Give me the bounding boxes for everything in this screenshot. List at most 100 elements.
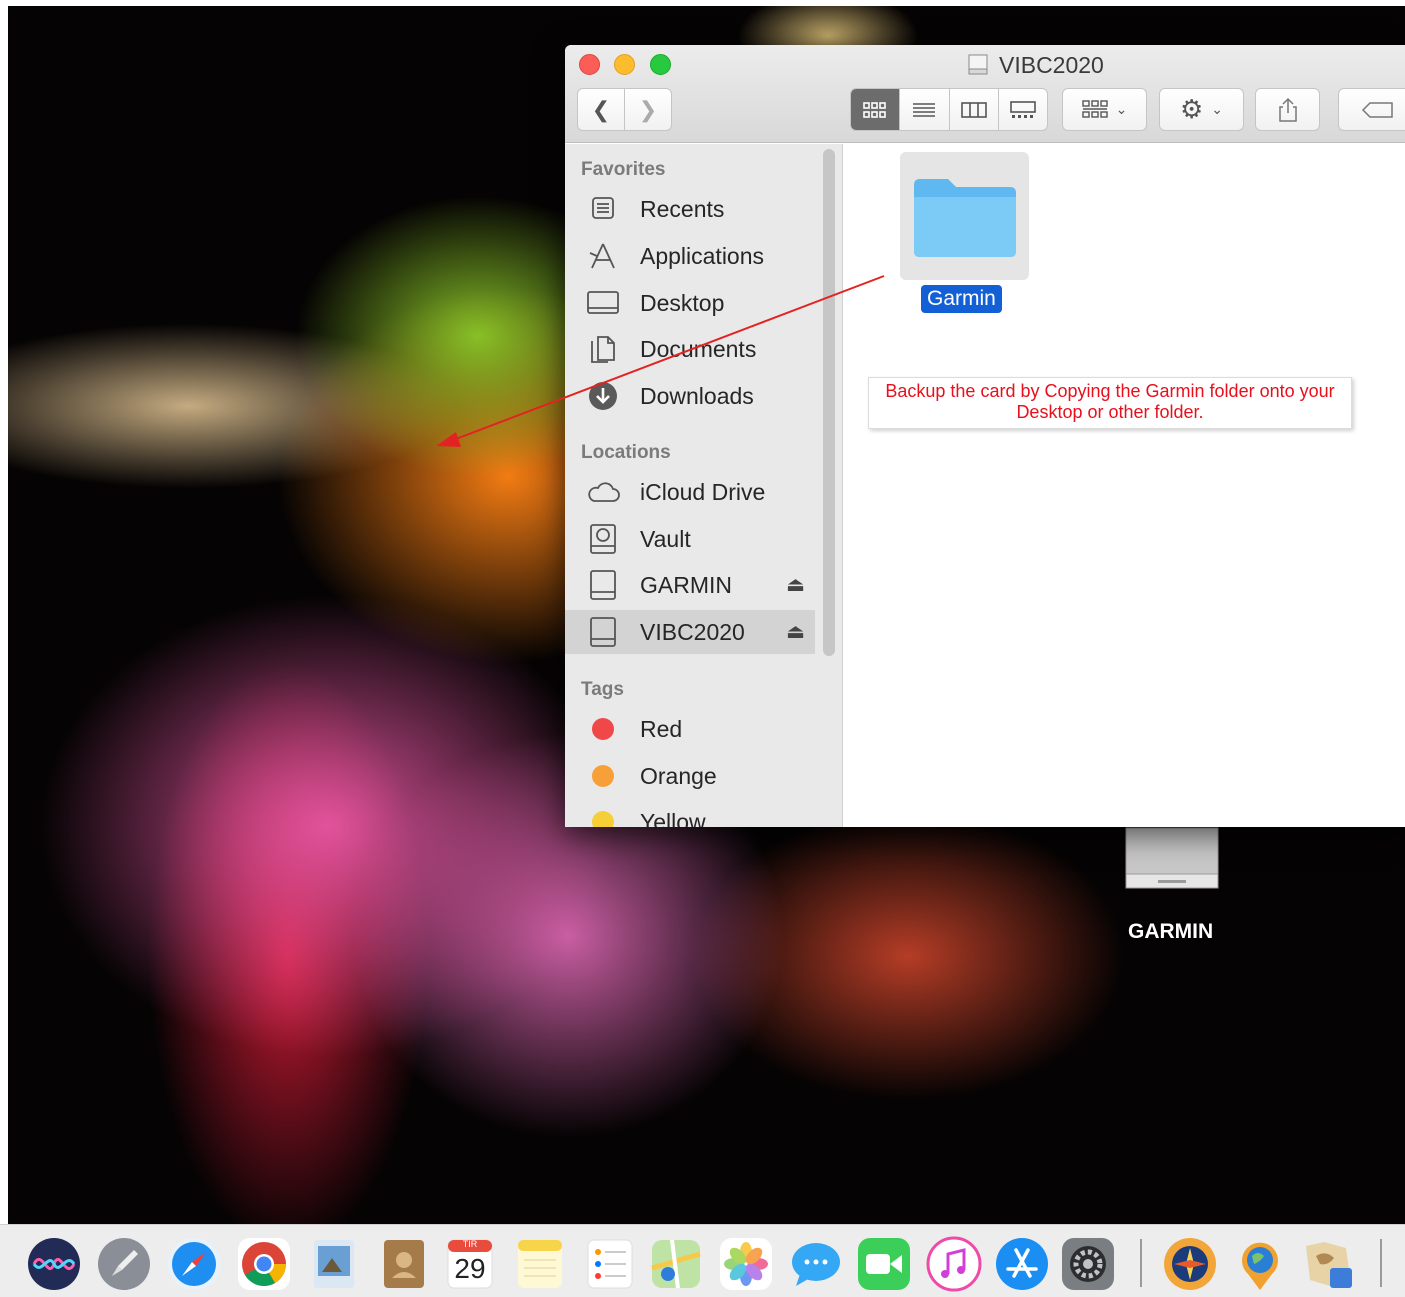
map-manager-icon [1306, 1242, 1352, 1288]
messages-icon [792, 1243, 840, 1286]
dock-preview[interactable] [306, 1236, 362, 1292]
chevron-left-icon: ❮ [591, 96, 611, 122]
dock-separator [1380, 1239, 1382, 1287]
sidebar-item-icloud-drive[interactable]: iCloud Drive [565, 470, 815, 514]
garmin-folder[interactable] [900, 152, 1029, 280]
sidebar-item-tag-yellow[interactable]: Yellow [565, 800, 815, 827]
dock-contacts[interactable] [376, 1236, 432, 1292]
dock-chrome[interactable] [236, 1236, 292, 1292]
gallery-icon [1010, 100, 1036, 118]
sidebar-item-label: Documents [640, 335, 757, 362]
basecamp-icon [1164, 1238, 1216, 1290]
dock-facetime[interactable] [856, 1236, 912, 1292]
sidebar-item-vault[interactable]: Vault [565, 517, 815, 561]
dock-safari[interactable] [166, 1236, 222, 1292]
gear-icon [1062, 1238, 1114, 1290]
gallery-view-button[interactable] [997, 89, 1047, 130]
app-store-icon [996, 1238, 1048, 1290]
favorites-header: Favorites [581, 159, 666, 180]
maps-icon [651, 1239, 701, 1289]
sidebar-item-desktop[interactable]: Desktop [565, 281, 815, 325]
applications-icon [565, 241, 640, 271]
sidebar-item-label: iCloud Drive [640, 478, 766, 505]
rocket-icon [98, 1238, 150, 1290]
dock-map-manager[interactable] [1300, 1236, 1356, 1292]
sidebar-scrollbar[interactable] [823, 149, 835, 656]
downloads-icon [565, 380, 640, 412]
external-drive-icon[interactable] [1118, 822, 1226, 902]
sidebar-item-label: Red [640, 715, 683, 742]
sidebar-item-label: Downloads [640, 382, 754, 409]
dock-photos[interactable] [718, 1236, 774, 1292]
sidebar-item-tag-red[interactable]: Red [565, 707, 815, 751]
action-menu-button[interactable]: ⚙ ⌄ [1159, 88, 1244, 131]
globe-pin-icon [1242, 1242, 1278, 1290]
dock-separator [1140, 1239, 1142, 1287]
sidebar-item-label: Desktop [640, 289, 725, 316]
photos-icon [720, 1238, 772, 1290]
zoom-button[interactable] [650, 54, 671, 75]
dock-reminders[interactable] [582, 1236, 638, 1292]
dock-garmin-express[interactable] [1232, 1236, 1288, 1292]
folder-icon [913, 179, 1016, 257]
sidebar-item-downloads[interactable]: Downloads [565, 374, 815, 418]
chevron-down-icon: ⌄ [1115, 101, 1128, 117]
eject-icon[interactable]: ⏏ [786, 619, 805, 644]
dock-maps[interactable] [648, 1236, 704, 1292]
hard-drive-icon [565, 523, 640, 555]
dock-app-store[interactable] [994, 1236, 1050, 1292]
column-view-button[interactable] [948, 89, 998, 130]
group-icon [1081, 99, 1108, 118]
facetime-icon [858, 1238, 910, 1290]
title-bar[interactable]: VIBC2020 ❮ ❯ ⌄ ⚙ ⌄ [565, 45, 1405, 143]
window-title-text: VIBC2020 [999, 51, 1104, 78]
music-note-icon [926, 1236, 982, 1292]
grid-icon [863, 101, 886, 118]
navigation-buttons: ❮ ❯ [577, 88, 672, 131]
forward-button[interactable]: ❯ [624, 89, 671, 130]
tag-button[interactable] [1338, 88, 1405, 131]
sidebar-item-tag-orange[interactable]: Orange [565, 754, 815, 798]
sidebar-item-label: Yellow [640, 808, 706, 828]
external-drive-icon [968, 54, 988, 75]
dock-notes[interactable] [512, 1236, 568, 1292]
desktop-drive-label[interactable]: GARMIN [1128, 920, 1213, 944]
dock-basecamp[interactable] [1162, 1236, 1218, 1292]
share-button[interactable] [1255, 88, 1320, 131]
calendar-day: 29 [454, 1253, 486, 1284]
list-view-button[interactable] [899, 89, 948, 130]
dock-system-preferences[interactable] [1060, 1236, 1116, 1292]
dock-calendar[interactable]: TIR 29 [442, 1236, 498, 1292]
columns-icon [960, 101, 987, 118]
dock-messages[interactable] [788, 1236, 844, 1292]
sidebar-item-label: Vault [640, 525, 691, 552]
folder-name-label[interactable]: Garmin [921, 285, 1002, 313]
tag-icon [1361, 101, 1393, 118]
preview-icon [314, 1240, 354, 1288]
dock-launchpad[interactable] [96, 1236, 152, 1292]
minimize-button[interactable] [614, 54, 635, 75]
dock-itunes[interactable] [926, 1236, 982, 1292]
sidebar-item-documents[interactable]: Documents [565, 327, 815, 371]
eject-icon[interactable]: ⏏ [786, 572, 805, 597]
sidebar-item-garmin[interactable]: GARMIN ⏏ [565, 563, 815, 607]
group-by-button[interactable]: ⌄ [1062, 88, 1147, 131]
sidebar-item-label: Orange [640, 762, 717, 789]
icon-view-button[interactable] [851, 89, 900, 130]
back-button[interactable]: ❮ [578, 89, 624, 130]
window-title: VIBC2020 [965, 52, 1104, 78]
tags-header: Tags [581, 679, 624, 700]
sidebar-item-applications[interactable]: Applications [565, 234, 815, 278]
gear-icon: ⚙ [1179, 94, 1204, 124]
sidebar-item-label: GARMIN [640, 571, 732, 598]
sidebar-item-vibc2020[interactable]: VIBC2020 ⏏ [565, 610, 815, 654]
view-mode-control [850, 88, 1048, 131]
close-button[interactable] [579, 54, 600, 75]
sidebar-item-recents[interactable]: Recents [565, 187, 815, 231]
dock-siri[interactable] [26, 1236, 82, 1292]
siri-icon [28, 1238, 80, 1290]
calendar-month: TIR [462, 1239, 478, 1249]
list-icon [913, 102, 936, 117]
chrome-icon [238, 1238, 290, 1290]
reminders-icon [587, 1239, 633, 1289]
